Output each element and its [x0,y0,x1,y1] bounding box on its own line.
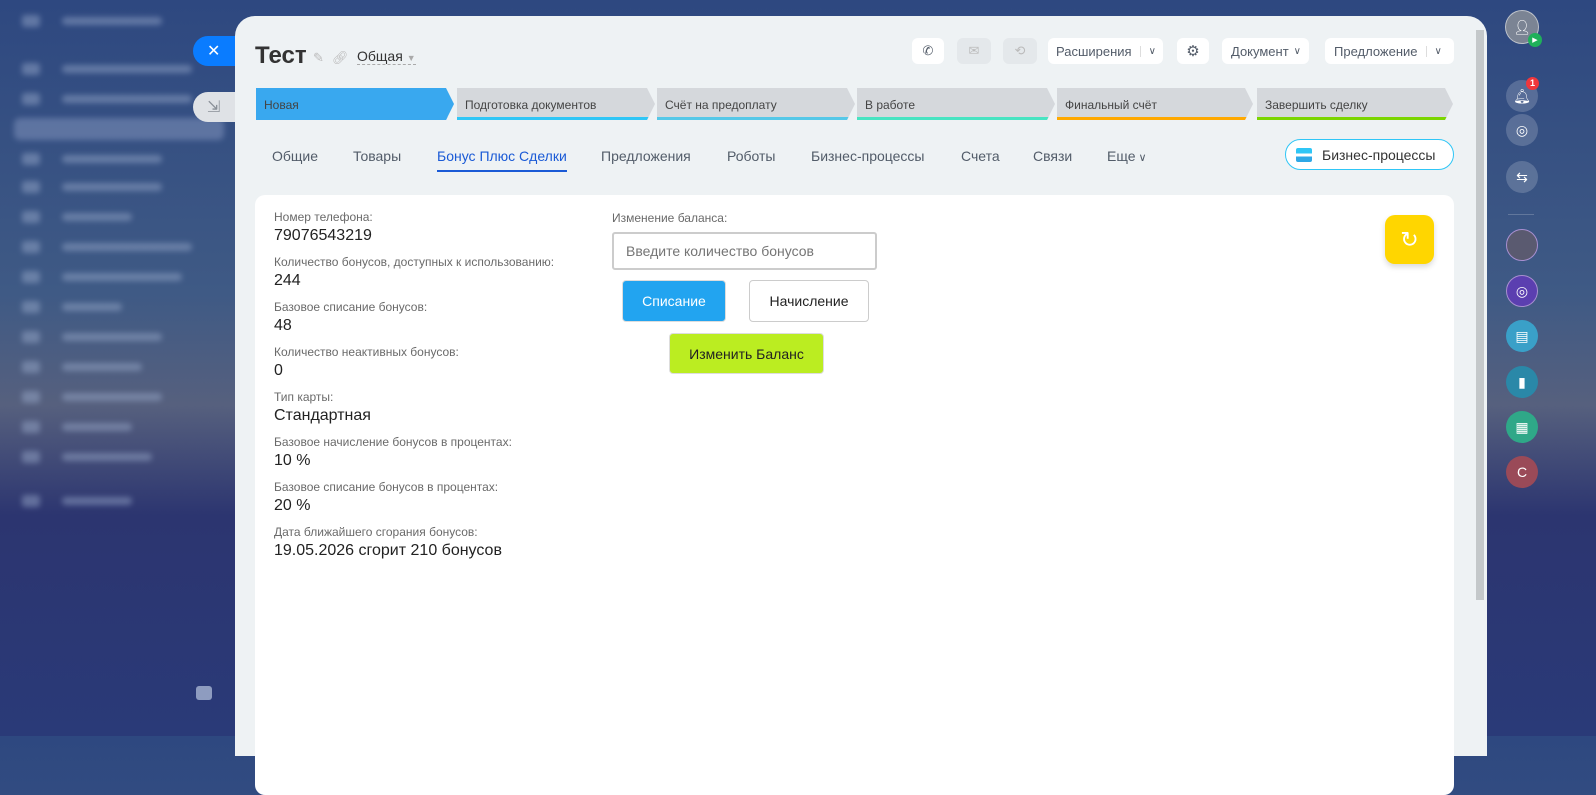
tab-8[interactable]: Связи [1033,148,1072,164]
tab-5[interactable]: Роботы [727,148,775,164]
chevron-down-icon: ∨ [1293,45,1301,57]
message-icon: ▤ [1515,327,1529,344]
category-selector[interactable]: Общая ▼ [357,48,416,65]
info-field: Базовое списание бонусов: 48 [274,300,427,335]
field-value: 10 % [274,452,311,469]
stage-4[interactable]: В работе [857,88,1055,120]
field-value: 79076543219 [274,227,372,244]
field-value: 244 [274,272,301,289]
messages-button[interactable]: ▤ [1506,320,1538,352]
info-field: Дата ближайшего сгорания бонусов: 19.05.2… [274,525,502,560]
change-balance-button[interactable]: Изменить Баланс [669,333,824,374]
print-icon[interactable] [196,686,212,700]
field-value: 48 [274,317,292,334]
info-field: Тип карты: Стандартная [274,390,371,425]
stage-1[interactable]: Новая [256,88,454,120]
stage-2[interactable]: Подготовка документов [457,88,655,120]
business-processes-button[interactable]: Бизнес-процессы [1285,139,1454,170]
field-label: Базовое списание бонусов в процентах: [274,480,499,494]
gear-icon: ⚙ [1186,43,1200,60]
bonus-content-card: Номер телефона: 79076543219 Количество бон… [255,195,1454,795]
notification-badge: 1 [1526,77,1539,90]
balance-label: Изменение баланса: [612,211,728,225]
field-label: Базовое списание бонусов: [274,300,428,314]
chevron-down-icon: ∨ [1139,45,1156,57]
field-label: Количество неактивных бонусов: [274,345,459,359]
chat-button[interactable]: ⟲ [1003,38,1037,64]
field-label: Тип карты: [274,390,334,404]
stage-6[interactable]: Завершить сделку [1257,88,1453,120]
info-field: Номер телефона: 79076543219 [274,210,373,245]
settings-button[interactable]: ⚙ [1177,38,1209,64]
copilot-chat-button[interactable]: ◎ [1506,275,1538,307]
info-field: Количество неактивных бонусов: 0 [274,345,459,380]
tab-2[interactable]: Товары [353,148,401,164]
field-label: Базовое начисление бонусов в процентах: [274,435,512,449]
tab-3[interactable]: Бонус Плюс Сделки [437,148,567,172]
tab-7[interactable]: Счета [961,148,1000,164]
field-label: Номер телефона: [274,210,373,224]
copilot-icon: ◎ [1515,282,1529,299]
mail-icon: ✉ [968,43,980,58]
chevron-down-icon: ∨ [1135,152,1147,164]
copy-link-icon[interactable]: 🔗︎ [332,50,349,66]
chat-exchange-icon: ⇆ [1516,168,1528,185]
news-icon: ▦ [1515,418,1529,435]
refresh-button[interactable]: ↻ [1385,215,1434,264]
business-process-icon [1296,147,1312,162]
email-button[interactable]: ✉ [957,38,991,64]
user-initial-avatar[interactable]: С [1506,456,1538,488]
field-value: 19.05.2026 сгорит 210 бонусов [274,542,502,559]
chat-icon: ⟲ [1014,43,1026,58]
play-badge-icon: ▶ [1528,33,1542,47]
page-title: Тест [255,42,307,69]
tab-6[interactable]: Бизнес-процессы [811,148,924,164]
offer-dropdown[interactable]: Предложение ∨ [1325,38,1454,64]
call-button[interactable]: ✆ [912,38,944,64]
document-dropdown[interactable]: Документ ∨ [1222,38,1309,64]
bell-icon: 🔔︎ [1513,87,1531,104]
copilot-button[interactable]: ◎ [1506,114,1538,146]
phone-icon: ✆ [922,43,934,58]
tab-1[interactable]: Общие [272,148,318,164]
edit-pencil-icon[interactable]: ✎ [313,50,324,66]
bonus-amount-input[interactable] [612,232,877,270]
info-field: Количество бонусов, доступных к использо… [274,255,554,290]
news-button[interactable]: ▦ [1506,411,1538,443]
info-field: Базовое списание бонусов в процентах: 20 … [274,480,498,515]
info-field: Базовое начисление бонусов в процентах: 1… [274,435,512,470]
stage-5[interactable]: Финальный счёт [1057,88,1253,120]
tab-4[interactable]: Предложения [601,148,691,164]
minimize-arrow-icon: ⇲ [207,99,221,116]
tab-9[interactable]: Еще ∨ [1107,148,1147,164]
deal-panel: Тест ✎ 🔗︎ Общая ▼ ✆ ✉ ⟲ Расширения ∨ ⚙ До… [235,16,1487,795]
field-label: Дата ближайшего сгорания бонусов: [274,525,478,539]
bookmarks-button[interactable]: ▮ [1506,366,1538,398]
field-value: Стандартная [274,407,371,424]
scrollbar[interactable] [1476,30,1484,600]
contact-avatar[interactable] [1506,229,1538,261]
field-value: 0 [274,362,283,379]
writeoff-button[interactable]: Списание [622,280,726,322]
close-icon: ✕ [207,43,221,60]
rail-divider [1508,214,1534,215]
extensions-dropdown[interactable]: Расширения ∨ [1048,38,1163,64]
stage-3[interactable]: Счёт на предоплату [657,88,855,120]
refresh-icon: ↻ [1400,226,1419,252]
bookmark-icon: ▮ [1518,373,1526,390]
caret-down-icon: ▼ [406,53,416,63]
copilot-icon: ◎ [1515,121,1529,138]
open-channels-button[interactable]: ⇆ [1506,161,1538,193]
user-icon: 👤︎ [1513,18,1531,35]
field-label: Количество бонусов, доступных к использо… [274,255,555,269]
field-value: 20 % [274,497,311,514]
accrue-button[interactable]: Начисление [749,280,869,322]
chevron-down-icon: ∨ [1425,45,1442,57]
